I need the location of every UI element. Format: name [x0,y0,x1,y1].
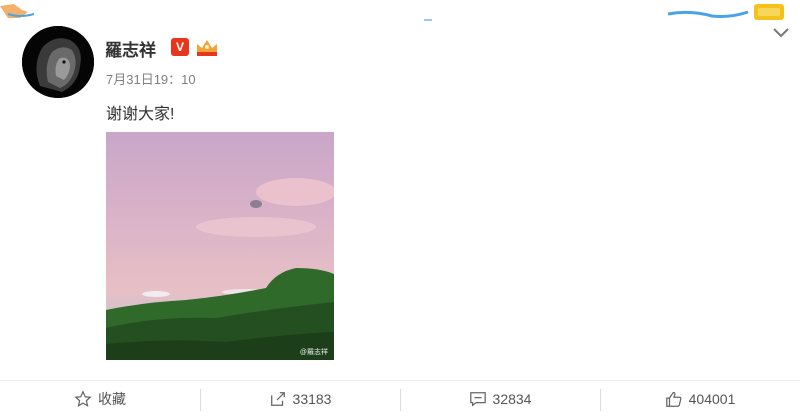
favorite-label: 收藏 [98,391,126,407]
comment-button[interactable]: 32834 [400,381,600,417]
comment-icon [469,392,486,407]
like-icon [665,391,682,407]
lion-avatar-image [22,26,94,98]
crown-badge-icon [197,40,217,56]
image-watermark: @羅志祥 [299,349,328,356]
chevron-down-icon[interactable] [772,26,790,40]
comment-count: 32834 [492,391,532,407]
share-button[interactable]: 33183 [200,381,400,417]
post-text: 谢谢大家! [106,106,175,123]
avatar[interactable] [22,26,94,98]
share-icon [270,392,285,406]
verified-badge-icon: V [171,38,189,56]
author-name[interactable]: 羅志祥 [105,36,156,61]
post-image[interactable]: @羅志祥 [106,132,334,360]
landscape-photo [106,132,334,360]
like-button[interactable]: 404001 [600,381,800,417]
action-bar: 收藏 33183 32834 404001 [0,380,800,417]
header-decoration [0,4,784,21]
share-count: 33183 [292,391,332,407]
like-count: 404001 [688,391,736,407]
star-icon [74,390,92,408]
favorite-button[interactable]: 收藏 [0,381,200,417]
post-timestamp[interactable]: 7月31日19：10 [106,69,196,88]
